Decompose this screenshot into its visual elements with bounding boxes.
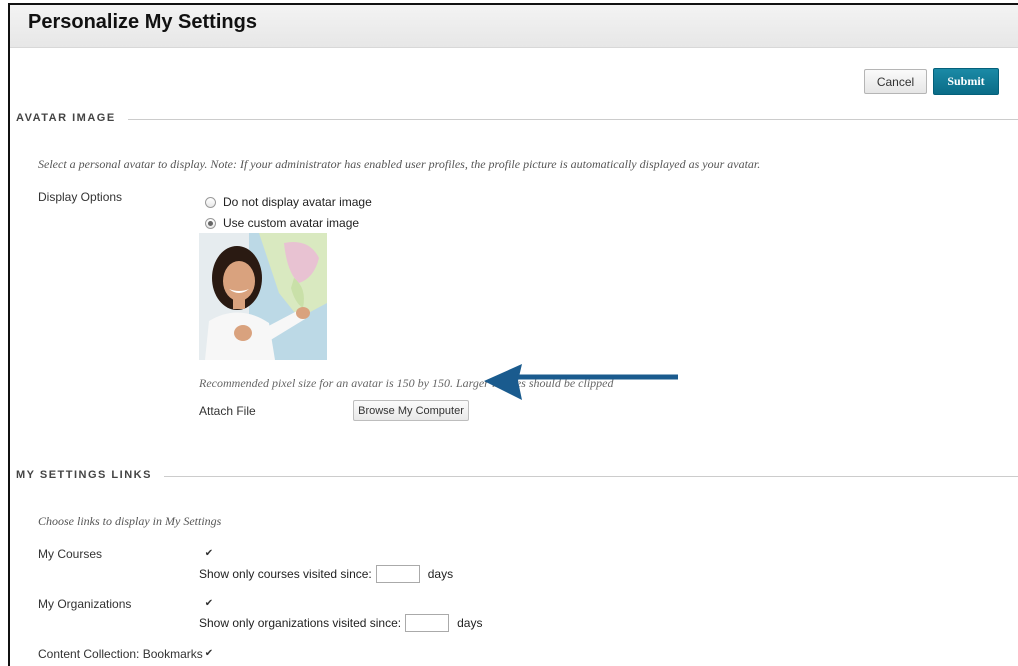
links-instructions: Choose links to display in My Settings (38, 514, 222, 528)
courses-filter-row: Show only courses visited since: days (199, 565, 453, 583)
organizations-filter-row: Show only organizations visited since: d… (199, 614, 482, 632)
page-title: Personalize My Settings (28, 11, 257, 33)
links-section-heading: MY SETTINGS LINKS (16, 469, 1018, 483)
section-divider (16, 476, 1018, 477)
links-section-title: MY SETTINGS LINKS (16, 469, 164, 481)
my-organizations-checkbox[interactable]: ✔ (204, 599, 214, 609)
title-bar: Personalize My Settings (10, 5, 1018, 48)
bookmarks-checkbox[interactable]: ✔ (204, 649, 214, 659)
option-custom-avatar-label: Use custom avatar image (223, 216, 360, 230)
cancel-button[interactable]: Cancel (864, 69, 927, 94)
submit-button[interactable]: Submit (933, 68, 999, 95)
avatar-instructions: Select a personal avatar to display. Not… (38, 157, 761, 171)
organizations-days-unit: days (457, 616, 483, 630)
option-no-avatar-label: Do not display avatar image (223, 195, 372, 209)
bookmarks-label: Content Collection: Bookmarks (38, 647, 203, 661)
browse-computer-button[interactable]: Browse My Computer (353, 400, 469, 421)
avatar-section-heading: AVATAR IMAGE (16, 112, 1018, 126)
settings-panel: Personalize My Settings (8, 3, 1018, 666)
option-no-avatar[interactable]: Do not display avatar image (205, 195, 372, 209)
display-options-label: Display Options (38, 190, 123, 204)
courses-days-input[interactable] (375, 565, 420, 583)
avatar-section-title: AVATAR IMAGE (16, 112, 128, 124)
avatar-image (199, 233, 327, 360)
my-organizations-label: My Organizations (38, 597, 132, 611)
option-custom-avatar[interactable]: Use custom avatar image (205, 216, 359, 230)
radio-no-avatar[interactable] (205, 196, 216, 208)
my-courses-checkbox[interactable]: ✔ (204, 549, 214, 559)
section-divider (16, 119, 1018, 120)
attach-file-label: Attach File (199, 404, 256, 418)
arrow-annotation-icon (484, 364, 678, 400)
organizations-filter-label: Show only organizations visited since: (199, 616, 402, 630)
organizations-days-input[interactable] (405, 614, 450, 632)
radio-custom-avatar[interactable] (205, 217, 216, 229)
courses-days-unit: days (427, 567, 454, 581)
courses-filter-label: Show only courses visited since: (199, 567, 372, 581)
my-courses-label: My Courses (38, 547, 103, 561)
